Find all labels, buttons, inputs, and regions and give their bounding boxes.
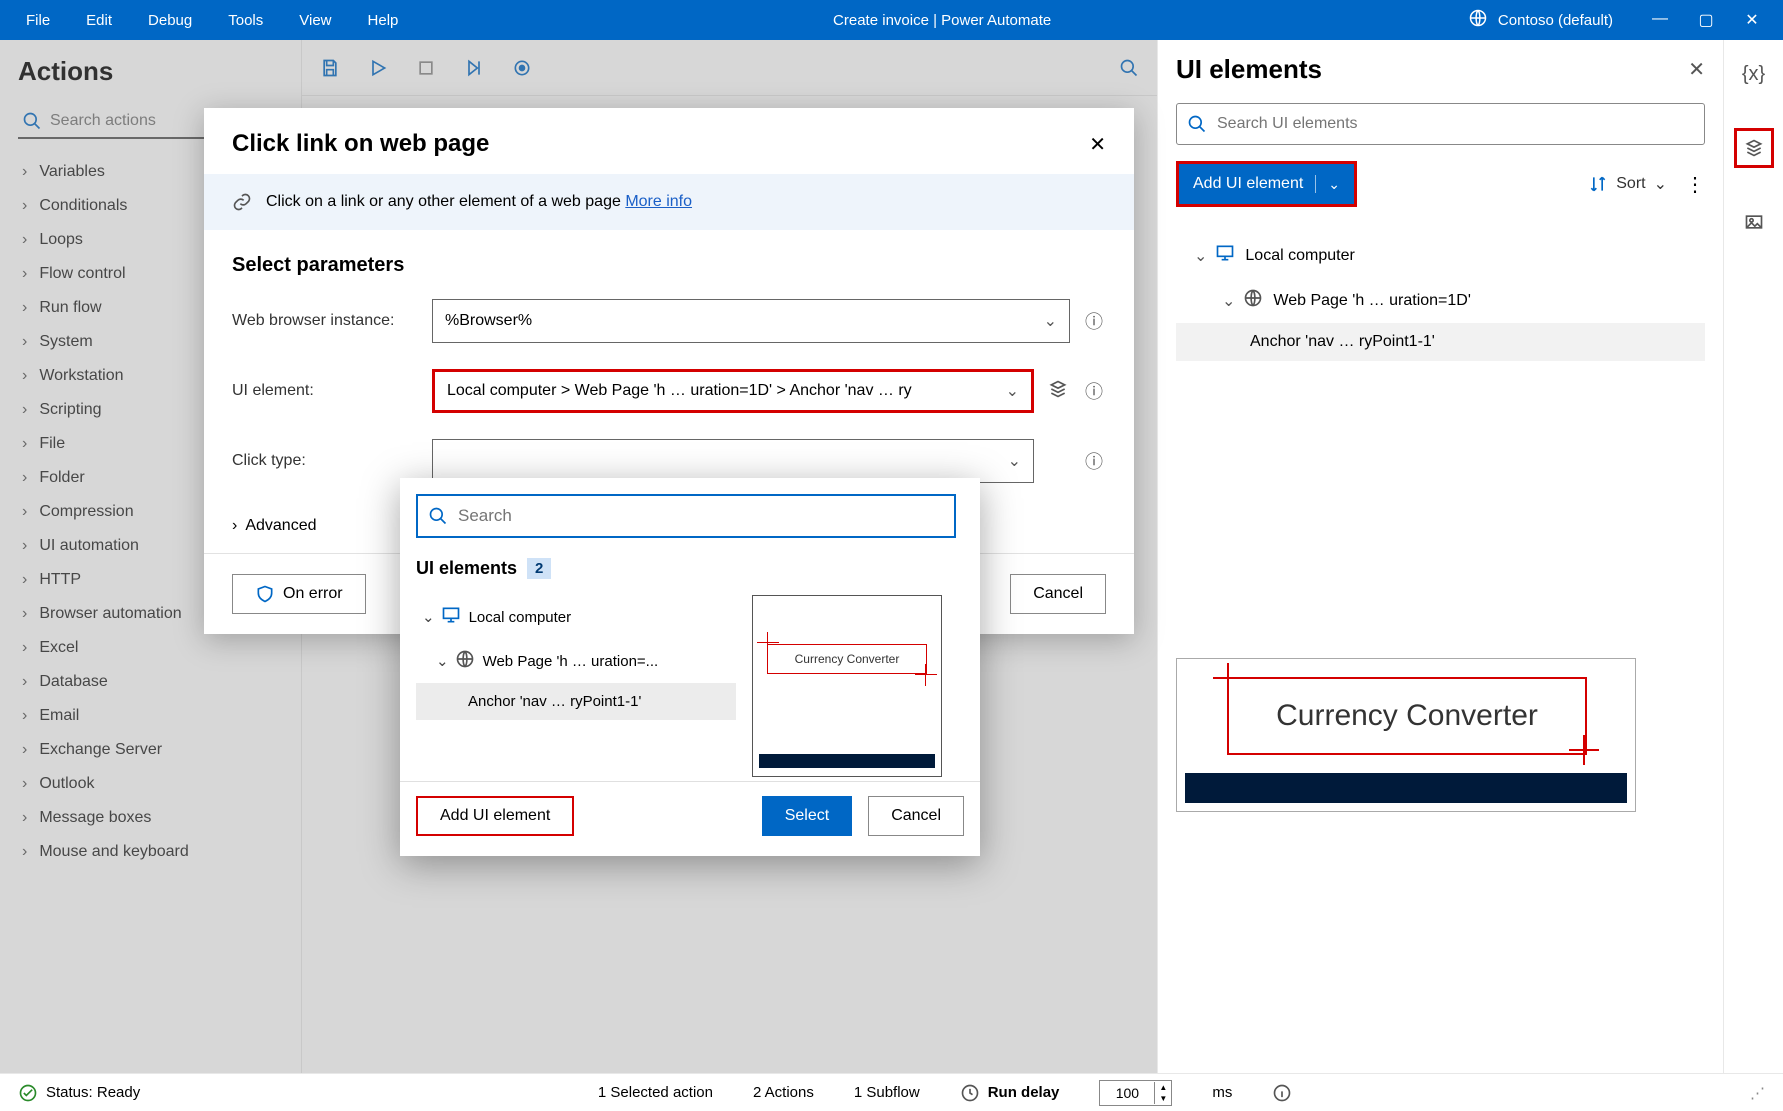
status-actions: 2 Actions [753,1084,814,1101]
ui-element-label: UI element: [232,382,420,400]
link-icon [232,192,252,212]
menubar: File Edit Debug Tools View Help [8,12,416,29]
tenant-label[interactable]: Contoso (default) [1498,12,1613,29]
close-button[interactable]: ✕ [1729,10,1775,30]
menu-edit[interactable]: Edit [68,12,130,29]
run-delay-label: Run delay [988,1084,1060,1101]
resize-grip-icon[interactable]: ⋰ [1750,1084,1765,1102]
picker-search[interactable] [416,494,956,538]
picker-preview-label: Currency Converter [767,644,927,674]
browser-instance-dropdown[interactable]: %Browser% ⌄ [432,299,1070,343]
right-rail: {x} [1723,40,1783,1073]
ui-element-picker: UI elements 2 ⌄ Local computer ⌄ Web Pag… [400,478,980,856]
chevron-down-icon: ⌄ [1044,311,1057,331]
ui-elements-search-input[interactable] [1217,115,1694,133]
info-icon[interactable]: ⓘ [1082,378,1106,404]
dialog-section-title: Select parameters [232,254,1106,277]
picker-count-badge: 2 [527,558,551,579]
add-ui-element-button[interactable]: Add UI element ⌄ [1179,164,1354,204]
picker-heading: UI elements [416,558,517,579]
picker-select-button[interactable]: Select [762,796,852,836]
dialog-title: Click link on web page [232,130,1089,158]
ui-elements-title: UI elements [1176,54,1688,85]
chevron-down-icon[interactable]: ⌄ [1328,176,1340,193]
statusbar: Status: Ready 1 Selected action 2 Action… [0,1073,1783,1111]
tree-leaf[interactable]: Anchor 'nav … ryPoint1-1' [1176,323,1705,361]
picker-preview: Currency Converter [752,595,942,777]
globe-icon [455,649,475,673]
ui-elements-panel: UI elements ✕ Add UI element ⌄ Sort ⌄ ⋮ [1157,40,1723,1073]
shield-icon [255,584,275,604]
delay-unit: ms [1212,1084,1232,1101]
more-info-link[interactable]: More info [625,193,692,210]
dialog-cancel-button[interactable]: Cancel [1010,574,1106,614]
more-icon[interactable]: ⋮ [1685,172,1705,197]
status-selected: 1 Selected action [598,1084,713,1101]
ui-elements-tree: ⌄ Local computer ⌄ Web Page 'h … uration… [1176,233,1705,361]
search-icon [428,506,448,526]
on-error-button[interactable]: On error [232,574,366,614]
picker-add-ui-element-button[interactable]: Add UI element [416,796,574,836]
minimize-button[interactable]: — [1637,10,1683,30]
info-icon[interactable]: ⓘ [1082,308,1106,334]
menu-tools[interactable]: Tools [210,12,281,29]
sort-icon [1588,174,1608,194]
preview-label: Currency Converter [1227,677,1587,755]
chevron-down-icon: ⌄ [1654,174,1667,194]
clock-icon [960,1083,980,1103]
sort-button[interactable]: Sort ⌄ [1588,174,1667,194]
delay-input[interactable] [1100,1085,1154,1101]
picker-cancel-button[interactable]: Cancel [868,796,964,836]
menu-help[interactable]: Help [350,12,417,29]
dialog-info: Click on a link or any other element of … [204,174,1134,230]
variables-rail-icon[interactable]: {x} [1734,54,1774,94]
search-icon [1187,114,1207,134]
globe-icon [1243,288,1263,313]
stepper-down[interactable]: ▼ [1155,1093,1171,1104]
stepper-up[interactable]: ▲ [1155,1082,1171,1093]
maximize-button[interactable]: ▢ [1683,10,1729,30]
menu-debug[interactable]: Debug [130,12,210,29]
status-text: Status: Ready [46,1084,140,1101]
click-type-label: Click type: [232,452,420,470]
tree-page[interactable]: ⌄ Web Page 'h … uration=1D' [1176,278,1705,323]
click-type-dropdown[interactable]: ⌄ [432,439,1034,483]
picker-tree-page[interactable]: ⌄ Web Page 'h … uration=... [416,639,736,683]
computer-icon [1215,243,1235,268]
ui-elements-search[interactable] [1176,103,1705,145]
tree-root[interactable]: ⌄ Local computer [1176,233,1705,278]
chevron-down-icon: ⌄ [1008,451,1021,471]
delay-stepper[interactable]: ▲▼ [1099,1080,1172,1106]
ui-elements-rail-icon[interactable] [1734,128,1774,168]
ui-elements-icon[interactable] [1046,379,1070,404]
browser-instance-label: Web browser instance: [232,312,420,330]
computer-icon [441,605,461,629]
info-icon[interactable]: ⓘ [1082,448,1106,474]
picker-tree: ⌄ Local computer ⌄ Web Page 'h … uration… [416,595,736,777]
picker-search-input[interactable] [458,506,944,526]
status-subflow: 1 Subflow [854,1084,920,1101]
images-rail-icon[interactable] [1734,202,1774,242]
picker-tree-root[interactable]: ⌄ Local computer [416,595,736,639]
panel-close-icon[interactable]: ✕ [1688,57,1705,82]
menu-view[interactable]: View [281,12,349,29]
status-ok-icon [18,1083,38,1103]
ui-element-dropdown[interactable]: Local computer > Web Page 'h … uration=1… [432,369,1034,413]
tenant-icon [1468,8,1488,32]
titlebar: File Edit Debug Tools View Help Create i… [0,0,1783,40]
chevron-down-icon: ⌄ [1006,381,1019,401]
ui-element-preview: Currency Converter [1176,658,1636,812]
info-icon[interactable] [1272,1083,1292,1103]
titlebar-right: Contoso (default) — ▢ ✕ [1468,8,1775,32]
menu-file[interactable]: File [8,12,68,29]
dialog-close-icon[interactable]: ✕ [1089,132,1106,157]
picker-tree-leaf[interactable]: Anchor 'nav … ryPoint1-1' [416,683,736,720]
window-title: Create invoice | Power Automate [416,12,1468,29]
